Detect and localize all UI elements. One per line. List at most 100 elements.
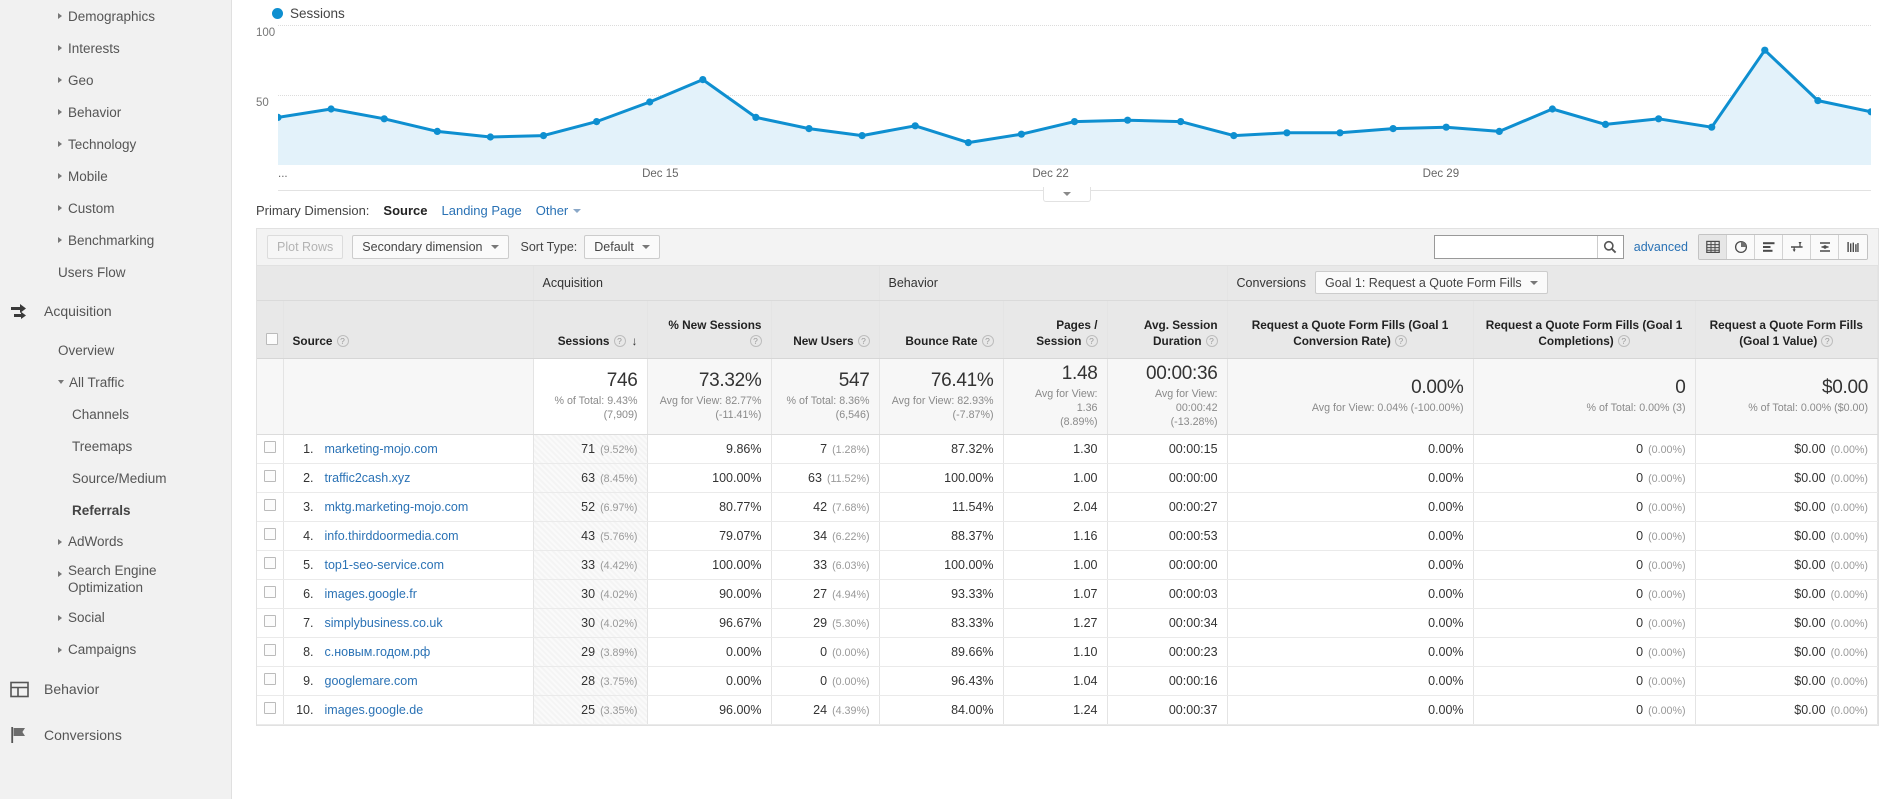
chart-data-point[interactable] (1814, 97, 1822, 105)
row-checkbox[interactable] (263, 499, 276, 512)
column-header-new-sessions[interactable]: % New Sessions? (647, 300, 772, 359)
source-link[interactable]: marketing-mojo.com (325, 442, 438, 456)
column-header-avg-session-duration[interactable]: Avg. Session Duration? (1107, 300, 1228, 359)
chart-data-point[interactable] (486, 133, 494, 141)
column-header-request-a-quote-form-fills-goal-1-conversion-rate[interactable]: Request a Quote Form Fills (Goal 1 Conve… (1227, 300, 1474, 359)
pie-chart-view-icon[interactable] (1727, 235, 1755, 259)
help-icon[interactable]: ? (1205, 334, 1218, 347)
column-header-request-a-quote-form-fills-goal-1-completions[interactable]: Request a Quote Form Fills (Goal 1 Compl… (1473, 300, 1696, 359)
help-icon[interactable]: ? (1617, 334, 1630, 347)
sidebar-item-geo[interactable]: Geo (0, 64, 231, 96)
chart-data-point[interactable] (1442, 123, 1450, 131)
source-link[interactable]: simplybusiness.co.uk (325, 616, 443, 630)
sidebar-item-search-engine-optimization[interactable]: Search Engine Optimization (0, 558, 231, 602)
help-icon[interactable]: ? (1085, 334, 1098, 347)
source-link[interactable]: top1-seo-service.com (325, 558, 445, 572)
chart-data-point[interactable] (1389, 125, 1397, 133)
column-header-new-users[interactable]: New Users? (771, 300, 880, 359)
help-icon[interactable]: ? (1821, 334, 1834, 347)
sidebar-item-social[interactable]: Social (0, 602, 231, 634)
sidebar-item-referrals[interactable]: Referrals (0, 494, 231, 526)
sort-type-dropdown[interactable]: Default (584, 235, 660, 259)
search-button[interactable] (1596, 236, 1623, 258)
source-link[interactable]: images.google.de (325, 703, 424, 717)
column-header-request-a-quote-form-fills-goal-1-value[interactable]: Request a Quote Form Fills (Goal 1 Value… (1695, 300, 1879, 359)
sessions-line-chart[interactable]: 50 100 (256, 25, 1871, 165)
term-cloud-view-icon[interactable] (1839, 235, 1867, 259)
primary-dimension-active-source[interactable]: Source (383, 203, 427, 218)
chart-data-point[interactable] (646, 98, 654, 106)
sidebar-item-channels[interactable]: Channels (0, 398, 231, 430)
sidebar-item-users-flow[interactable]: Users Flow (0, 256, 231, 288)
column-header-pages-session[interactable]: Pages / Session? (1003, 300, 1108, 359)
source-link[interactable]: googlemare.com (325, 674, 418, 688)
pivot-view-icon[interactable] (1811, 235, 1839, 259)
row-checkbox[interactable] (263, 644, 276, 657)
sidebar-item-source-medium[interactable]: Source/Medium (0, 462, 231, 494)
sidebar-item-behavior[interactable]: Behavior (0, 96, 231, 128)
chart-data-point[interactable] (327, 105, 335, 113)
sidebar-item-campaigns[interactable]: Campaigns (0, 634, 231, 666)
help-icon[interactable]: ? (1394, 334, 1407, 347)
primary-dimension-other[interactable]: Other (536, 203, 582, 218)
row-checkbox[interactable] (263, 441, 276, 454)
sidebar-group-behavior[interactable]: Behavior (0, 666, 231, 712)
help-icon[interactable]: ? (857, 334, 870, 347)
source-link[interactable]: с.новым.годом.рф (325, 645, 431, 659)
chart-data-point[interactable] (1070, 118, 1079, 126)
chart-data-point[interactable] (858, 132, 866, 140)
sidebar-item-technology[interactable]: Technology (0, 128, 231, 160)
chart-data-point[interactable] (433, 127, 441, 135)
source-link[interactable]: mktg.marketing-mojo.com (325, 500, 469, 514)
sidebar-item-demographics[interactable]: Demographics (0, 0, 231, 32)
column-header-sessions[interactable]: Sessions? ↓ (533, 300, 648, 359)
chart-data-point[interactable] (699, 76, 707, 84)
source-link[interactable]: traffic2cash.xyz (325, 471, 411, 485)
performance-bar-view-icon[interactable] (1755, 235, 1783, 259)
chart-data-point[interactable] (539, 132, 548, 140)
column-header-source[interactable]: Source? (283, 300, 534, 359)
row-checkbox[interactable] (263, 470, 276, 483)
row-checkbox[interactable] (263, 615, 276, 628)
chart-data-point[interactable] (1017, 130, 1025, 138)
row-checkbox[interactable] (263, 673, 276, 686)
plot-rows-button[interactable]: Plot Rows (267, 235, 344, 259)
goal-select-dropdown[interactable]: Goal 1: Request a Quote Form Fills (1315, 271, 1548, 295)
help-icon[interactable]: ? (749, 334, 762, 347)
sort-descending-icon[interactable]: ↓ (632, 334, 638, 348)
sidebar-item-custom[interactable]: Custom (0, 192, 231, 224)
chart-data-point[interactable] (805, 125, 813, 133)
help-icon[interactable]: ? (613, 334, 626, 347)
primary-dimension-landing-page[interactable]: Landing Page (442, 203, 522, 218)
chart-data-point[interactable] (911, 122, 919, 130)
sidebar-item-all-traffic[interactable]: All Traffic (0, 366, 231, 398)
select-all-checkbox[interactable] (266, 332, 278, 345)
sidebar-item-adwords[interactable]: AdWords (0, 526, 231, 558)
chart-data-point[interactable] (1655, 115, 1663, 123)
sidebar-item-interests[interactable]: Interests (0, 32, 231, 64)
source-link[interactable]: info.thirddoormedia.com (325, 529, 459, 543)
chart-data-point[interactable] (1495, 127, 1503, 135)
row-checkbox[interactable] (263, 528, 276, 541)
source-link[interactable]: images.google.fr (325, 587, 417, 601)
chart-data-point[interactable] (1708, 123, 1716, 131)
help-icon[interactable]: ? (981, 334, 994, 347)
sidebar-item-benchmarking[interactable]: Benchmarking (0, 224, 231, 256)
chart-data-point[interactable] (1761, 46, 1769, 54)
column-header-bounce-rate[interactable]: Bounce Rate? (879, 300, 1004, 359)
help-icon[interactable]: ? (336, 334, 349, 347)
sidebar-item-mobile[interactable]: Mobile (0, 160, 231, 192)
row-checkbox[interactable] (263, 702, 276, 715)
row-checkbox[interactable] (263, 557, 276, 570)
row-checkbox[interactable] (263, 586, 276, 599)
chart-data-point[interactable] (593, 118, 601, 126)
chart-data-point[interactable] (380, 115, 388, 123)
chart-data-point[interactable] (1124, 116, 1132, 124)
search-input[interactable] (1434, 236, 1597, 258)
secondary-dimension-dropdown[interactable]: Secondary dimension (352, 235, 509, 259)
chart-data-point[interactable] (964, 139, 972, 147)
chart-data-point[interactable] (1177, 118, 1185, 126)
chart-data-point[interactable] (1283, 129, 1291, 137)
chart-data-point[interactable] (1336, 129, 1344, 137)
table-view-icon[interactable] (1699, 235, 1727, 259)
